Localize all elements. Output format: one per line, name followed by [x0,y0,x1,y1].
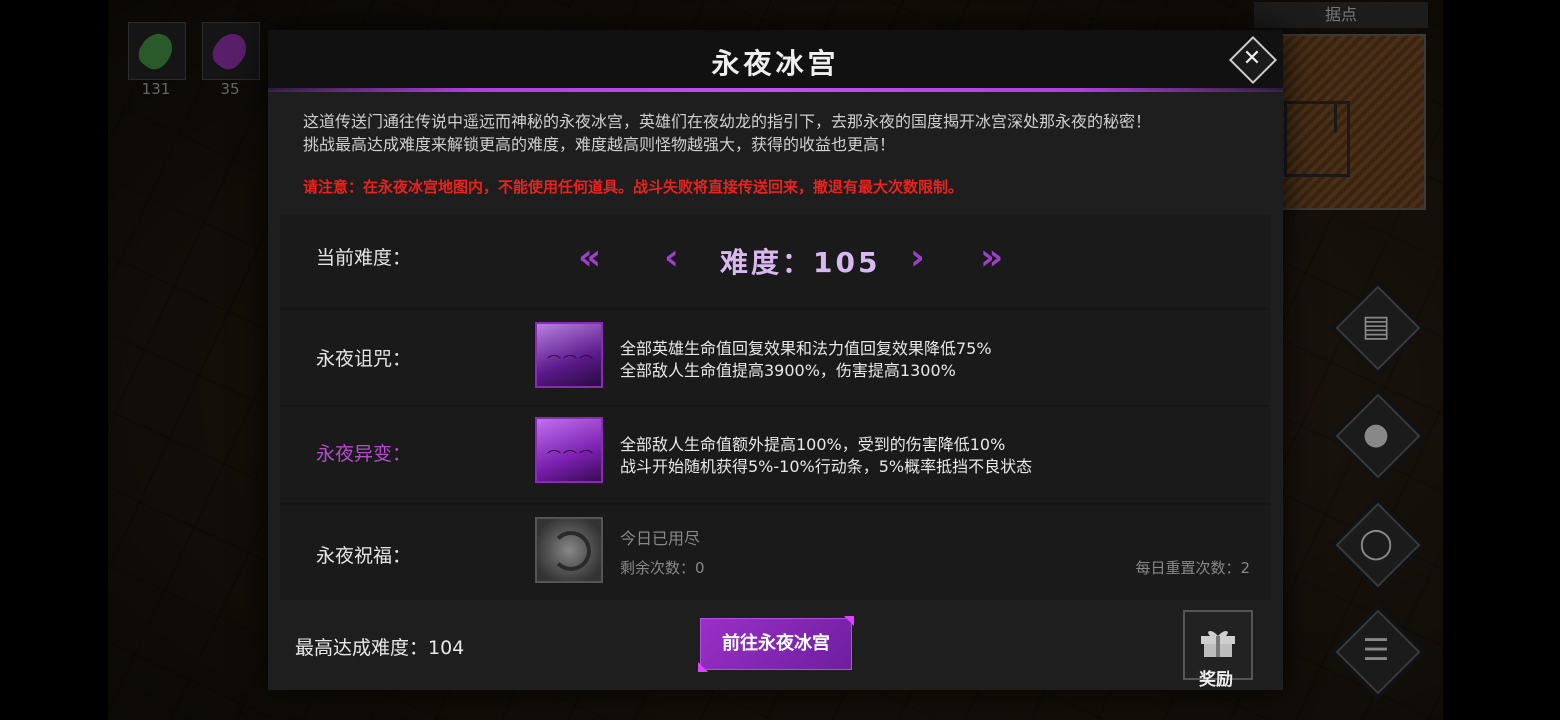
dialog-header: 永夜冰宫 ✕ [268,30,1283,90]
blessing-status: 今日已用尽 [620,529,701,548]
people-icon: ● [1362,416,1390,452]
minimap[interactable] [1272,34,1426,210]
curse-bats-icon[interactable]: ⌒⌒⌒ [535,322,603,388]
swirl-glyph [551,531,591,571]
double-right-arrow-icon[interactable]: » [980,237,1003,278]
close-icon: ✕ [1242,46,1262,71]
curse-label: 永夜诅咒： [316,348,412,370]
mutation-effect-line: 战斗开始随机获得5%-10%行动条，5%概率抵挡不良状态 [620,457,1033,476]
blessing-row: 永夜祝福： 今日已用尽 剩余次数：0 每日重置次数：2 [280,505,1270,600]
potion-button[interactable]: ◯ [1335,502,1421,588]
enter-dungeon-button[interactable]: 前往永夜冰宫 [698,616,854,672]
reward-label: 奖励 [1199,670,1233,690]
resource-count: 131 [141,80,171,98]
daily-reset-count: 每日重置次数：2 [1135,559,1250,577]
feather-icon [207,27,253,75]
mutation-row: 永夜异变： ⌒⌒⌒ 全部敌人生命值额外提高100%，受到的伤害降低10% 战斗开… [280,407,1270,502]
menu-button[interactable]: ☰ [1335,609,1421,695]
dungeon-info-panel: 当前难度： « ‹ 难度：105 › » 永夜诅咒： ⌒⌒⌒ 全部英雄生命值回复… [280,215,1270,600]
blessing-label: 永夜祝福： [316,545,412,567]
curse-effect-line: 全部敌人生命值提高3900%，伤害提高1300% [620,361,956,380]
header-divider [268,88,1283,92]
dialog-description: 这道传送门通往传说中遥远而神秘的永夜冰宫，英雄们在夜幼龙的指引下，去那永夜的国度… [303,110,1273,156]
swirl-icon[interactable] [535,517,603,583]
left-arrow-icon[interactable]: ‹ [664,237,679,278]
difficulty-value: 难度：105 [720,246,881,279]
curse-effect-line: 全部英雄生命值回复效果和法力值回复效果降低75% [620,339,992,358]
mutation-label: 永夜异变： [316,443,412,465]
minimap-wall [1334,101,1351,133]
feather-icon [133,27,179,75]
bats-glyph: ⌒⌒⌒ [547,355,595,371]
difficulty-row: 当前难度： « ‹ 难度：105 › » [280,215,1270,307]
potion-icon: ◯ [1359,525,1393,561]
mutation-effect-line: 全部敌人生命值额外提高100%，受到的伤害降低10% [620,435,1006,454]
difficulty-label: 当前难度： [316,247,412,269]
quest-log-button[interactable]: ▤ [1335,285,1421,371]
dialog-title: 永夜冰宫 [711,47,840,80]
max-difficulty: 最高达成难度：104 [295,637,465,659]
gift-icon [1201,631,1235,657]
curse-row: 永夜诅咒： ⌒⌒⌒ 全部英雄生命值回复效果和法力值回复效果降低75% 全部敌人生… [280,310,1270,405]
scroll-icon: ▤ [1361,308,1391,344]
enter-dungeon-label: 前往永夜冰宫 [722,633,830,654]
bats-glyph: ⌒⌒⌒ [547,450,595,466]
close-button[interactable]: ✕ [1228,35,1278,85]
resource-slot-green [128,22,186,80]
description-line: 这道传送门通往传说中遥远而神秘的永夜冰宫，英雄们在夜幼龙的指引下，去那永夜的国度… [303,112,1152,131]
description-line: 挑战最高达成难度来解锁更高的难度，难度越高则怪物越强大，获得的收益也更高！ [303,135,896,154]
resource-count: 35 [220,80,240,98]
minimap-title: 据点 [1254,2,1428,28]
right-arrow-icon[interactable]: › [910,237,925,278]
heroes-button[interactable]: ● [1335,393,1421,479]
blessing-remaining: 剩余次数：0 [620,559,705,577]
warning-text: 请注意：在永夜冰宫地图内，不能使用任何道具。战斗失败将直接传送回来，撤退有最大次… [303,178,964,196]
resource-slot-purple [202,22,260,80]
eternal-night-dialog: 永夜冰宫 ✕ 这道传送门通往传说中遥远而神秘的永夜冰宫，英雄们在夜幼龙的指引下，… [268,30,1283,690]
list-icon: ☰ [1362,632,1390,668]
mutation-bats-icon[interactable]: ⌒⌒⌒ [535,417,603,483]
double-left-arrow-icon[interactable]: « [578,237,601,278]
